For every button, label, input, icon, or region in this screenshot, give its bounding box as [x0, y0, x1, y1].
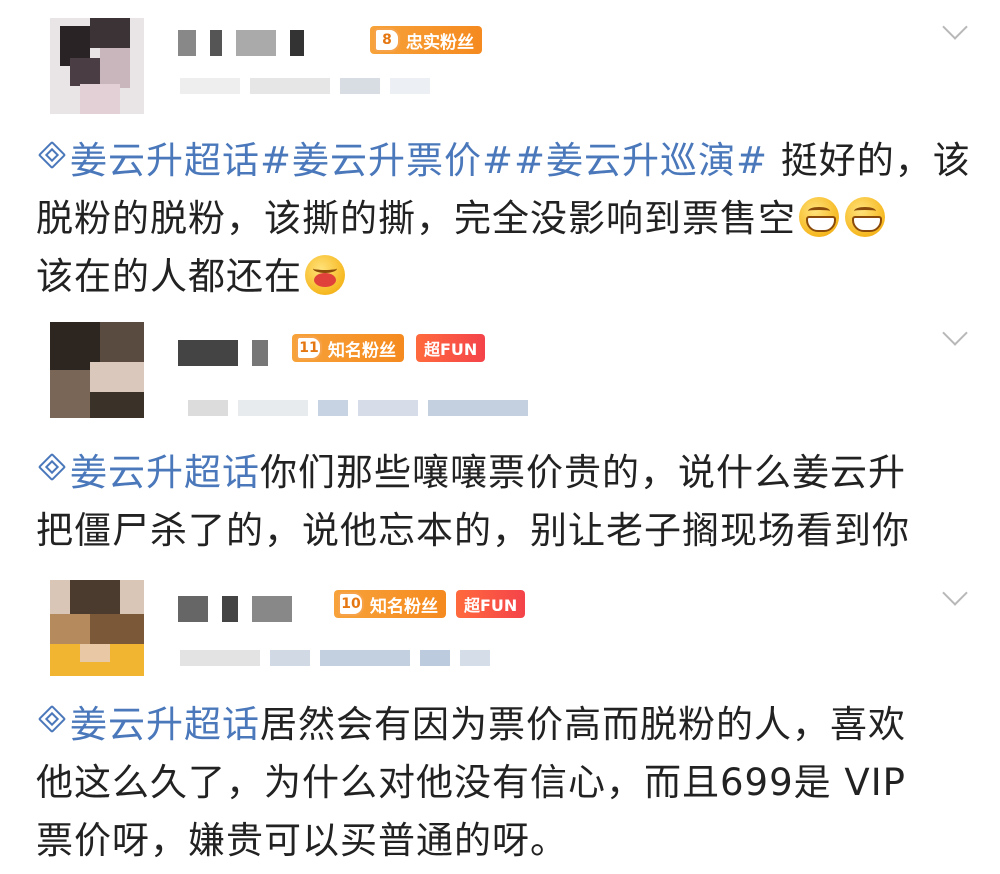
comment-item: 10 知名粉丝 超FUN 姜云升超话居然会有因为票价高而脱粉的人，喜欢 他这么久…	[0, 570, 1000, 874]
super-topic-icon	[36, 459, 66, 479]
body-line: 你们那些嚷嚷票价贵的，说什么姜云升	[260, 451, 906, 494]
super-topic-link[interactable]: 姜云升超话	[36, 703, 260, 746]
chevron-down-icon[interactable]	[942, 324, 968, 350]
super-topic-icon	[36, 147, 66, 167]
body-line: 他这么久了，为什么对他没有信心，而且699是 VIP	[36, 761, 906, 804]
comment-text: 姜云升超话#姜云升票价##姜云升巡演# 挺好的，该 脱粉的脱粉，该撕的撕，完全没…	[36, 132, 971, 306]
avatar[interactable]	[50, 18, 144, 114]
body-line: 该在的人都还在	[36, 255, 302, 298]
username-blurred[interactable]	[178, 340, 268, 366]
chevron-down-icon[interactable]	[942, 18, 968, 44]
superfun-badge[interactable]: 超FUN	[416, 334, 486, 362]
username-blurred[interactable]	[178, 30, 304, 56]
grin-emoji-icon	[799, 197, 839, 237]
fan-level-badge[interactable]: 10 知名粉丝	[334, 590, 446, 618]
avatar[interactable]	[50, 580, 144, 676]
post-meta-blurred	[180, 650, 490, 666]
fan-label: 知名粉丝	[328, 340, 396, 361]
post-meta-blurred	[188, 400, 528, 416]
hashtag-link[interactable]: #姜云升巡演#	[514, 139, 768, 182]
body-line: 脱粉的脱粉，该撕的撕，完全没影响到票售空	[36, 197, 796, 240]
superfun-label: 超FUN	[424, 340, 478, 359]
body-line: 票价呀，嫌贵可以买普通的呀。	[36, 819, 568, 862]
fan-label: 忠实粉丝	[406, 32, 474, 53]
grin-emoji-icon	[845, 197, 885, 237]
body-line: 挺好的，该	[780, 139, 971, 182]
fan-level-number: 10	[338, 592, 364, 616]
comment-text: 姜云升超话居然会有因为票价高而脱粉的人，喜欢 他这么久了，为什么对他没有信心，而…	[36, 696, 971, 870]
username-blurred[interactable]	[178, 596, 292, 622]
superfun-label: 超FUN	[464, 596, 518, 615]
chevron-down-icon[interactable]	[942, 584, 968, 610]
comment-item: 11 知名粉丝 超FUN 姜云升超话你们那些嚷嚷票价贵的，说什么姜云升 把僵尸杀…	[0, 310, 1000, 570]
fan-level-badge[interactable]: 11 知名粉丝	[292, 334, 404, 362]
super-topic-link[interactable]: 姜云升超话	[36, 451, 260, 494]
post-meta-blurred	[180, 78, 430, 94]
superfun-badge[interactable]: 超FUN	[456, 590, 526, 618]
fan-level-badge[interactable]: 8 忠实粉丝	[370, 26, 482, 54]
body-line: 居然会有因为票价高而脱粉的人，喜欢	[260, 703, 906, 746]
super-topic-icon	[36, 711, 66, 731]
fan-label: 知名粉丝	[370, 596, 438, 617]
comment-text: 姜云升超话你们那些嚷嚷票价贵的，说什么姜云升 把僵尸杀了的，说他忘本的，别让老子…	[36, 444, 971, 560]
fan-level-number: 11	[296, 336, 322, 360]
body-line: 把僵尸杀了的，说他忘本的，别让老子搁现场看到你	[36, 509, 910, 552]
super-topic-link[interactable]: 姜云升超话	[36, 139, 260, 182]
avatar[interactable]	[50, 322, 144, 418]
fan-level-number: 8	[374, 28, 400, 52]
hug-emoji-icon	[305, 255, 345, 295]
hashtag-link[interactable]: #姜云升票价#	[260, 139, 514, 182]
comment-item: 8 忠实粉丝 姜云升超话#姜云升票价##姜云升巡演# 挺好的，该 脱粉的脱粉，该…	[0, 0, 1000, 300]
